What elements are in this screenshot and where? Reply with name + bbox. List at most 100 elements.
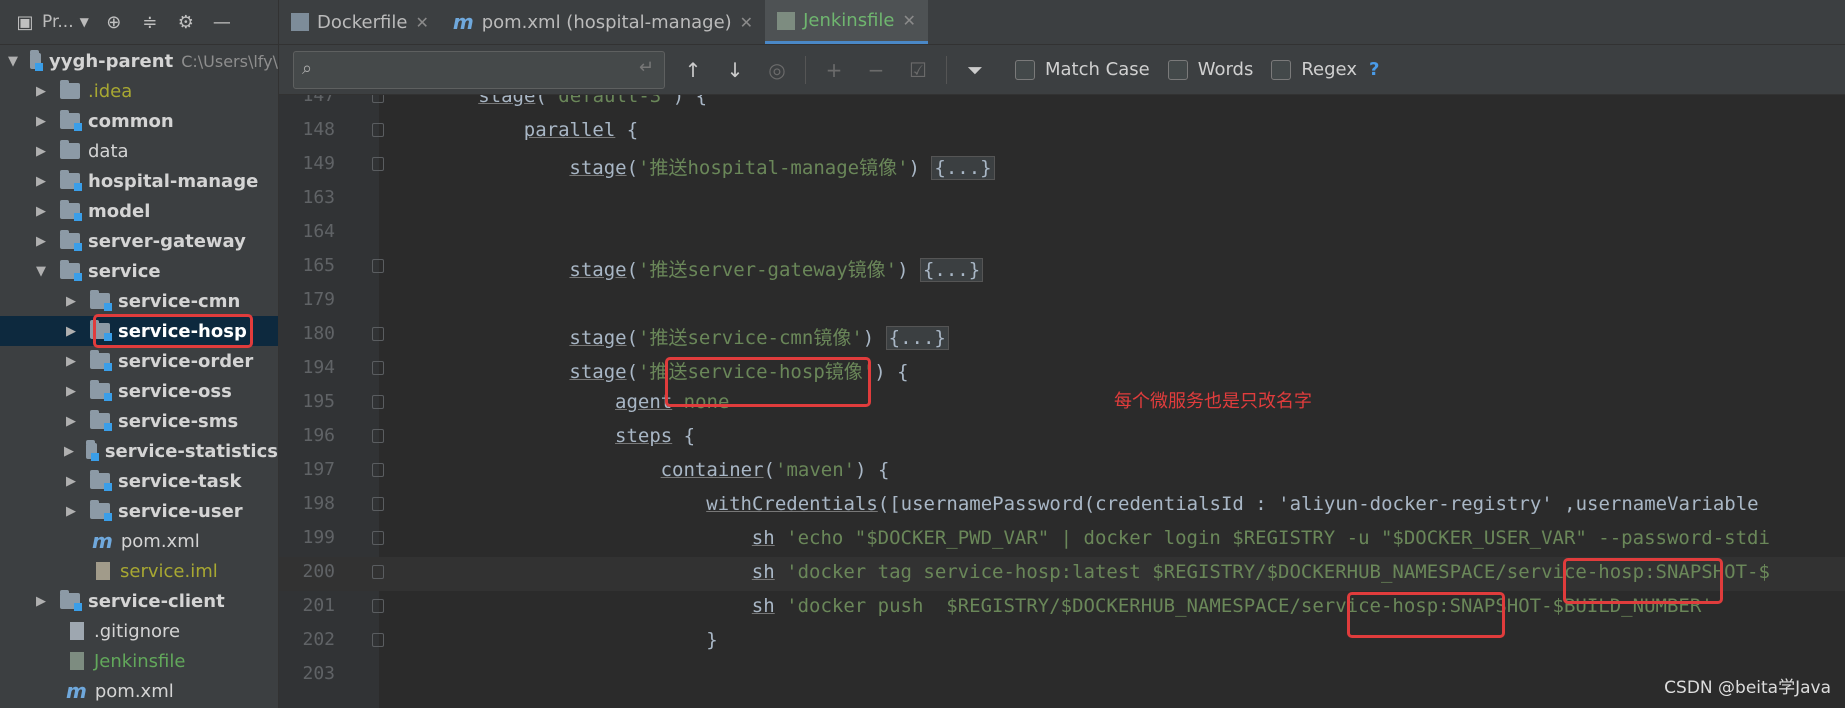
remove-selection-icon[interactable]: − bbox=[862, 56, 890, 84]
project-view-selector[interactable]: ▣ Pr... ▼ bbox=[14, 11, 88, 33]
code-line[interactable]: 197 container('maven') { bbox=[279, 455, 1845, 489]
close-icon[interactable]: ✕ bbox=[903, 11, 916, 30]
tree-node-yygh-parent[interactable]: ▼ yygh-parent C:\Users\lfy\ bbox=[0, 46, 278, 76]
collapse-arrow-icon[interactable]: ▶ bbox=[64, 354, 78, 369]
tree-node-service-order[interactable]: ▶ service-order bbox=[0, 346, 278, 376]
next-occurrence-icon[interactable]: ↓ bbox=[721, 56, 749, 84]
tree-node-idea[interactable]: ▶ .idea bbox=[0, 76, 278, 106]
fold-marker-icon[interactable] bbox=[372, 497, 384, 511]
checkbox-box[interactable] bbox=[1271, 59, 1292, 80]
fold-marker-icon[interactable] bbox=[372, 123, 384, 137]
collapse-arrow-icon[interactable]: ▶ bbox=[64, 474, 78, 489]
fold-marker-icon[interactable] bbox=[372, 157, 384, 171]
tree-node-server-gateway[interactable]: ▶ server-gateway bbox=[0, 226, 278, 256]
collapse-arrow-icon[interactable]: ▶ bbox=[64, 414, 78, 429]
tree-node-gitignore[interactable]: .gitignore bbox=[0, 616, 278, 646]
tree-node-jenkinsfile[interactable]: Jenkinsfile bbox=[0, 646, 278, 676]
search-icon[interactable]: ⌕ bbox=[302, 58, 312, 79]
collapse-arrow-icon[interactable]: ▶ bbox=[64, 504, 78, 519]
search-input[interactable] bbox=[328, 55, 622, 84]
words-checkbox[interactable]: Words bbox=[1167, 59, 1253, 80]
tree-node-root-pom[interactable]: m pom.xml bbox=[0, 676, 278, 706]
tree-node-service-cmn[interactable]: ▶ service-cmn bbox=[0, 286, 278, 316]
code-line[interactable]: 194 stage('推送service-hosp镜像') { bbox=[279, 353, 1845, 387]
tree-node-service-iml[interactable]: service.iml bbox=[0, 556, 278, 586]
fold-marker-icon[interactable] bbox=[372, 599, 384, 613]
tree-node-data[interactable]: ▶ data bbox=[0, 136, 278, 166]
code-line[interactable]: 195 agent none bbox=[279, 387, 1845, 421]
code-line[interactable]: 203 bbox=[279, 659, 1845, 693]
expand-arrow-icon[interactable]: ▼ bbox=[8, 54, 18, 69]
close-icon[interactable]: ✕ bbox=[740, 13, 753, 32]
new-line-icon[interactable]: ↵ bbox=[639, 57, 654, 78]
tree-node-service-oss[interactable]: ▶ service-oss bbox=[0, 376, 278, 406]
tree-node-label: service-user bbox=[118, 500, 243, 522]
tree-node-model[interactable]: ▶ model bbox=[0, 196, 278, 226]
collapse-arrow-icon[interactable]: ▶ bbox=[64, 444, 74, 459]
tree-node-service[interactable]: ▼ service bbox=[0, 256, 278, 286]
collapse-arrow-icon[interactable]: ▶ bbox=[34, 84, 48, 99]
find-all-icon[interactable]: ◎ bbox=[763, 56, 791, 84]
collapse-arrow-icon[interactable]: ▶ bbox=[34, 144, 48, 159]
previous-occurrence-icon[interactable]: ↑ bbox=[679, 56, 707, 84]
fold-marker-icon[interactable] bbox=[372, 565, 384, 579]
fold-marker-icon[interactable] bbox=[372, 531, 384, 545]
code-line[interactable]: 199 sh 'echo "$DOCKER_PWD_VAR" | docker l… bbox=[279, 523, 1845, 557]
search-field[interactable]: ⌕ ↵ bbox=[293, 50, 665, 89]
fold-marker-icon[interactable] bbox=[372, 327, 384, 341]
fold-marker-icon[interactable] bbox=[372, 361, 384, 375]
tab-jenkinsfile[interactable]: Jenkinsfile ✕ bbox=[765, 0, 928, 44]
fold-marker-icon[interactable] bbox=[372, 463, 384, 477]
collapse-arrow-icon[interactable]: ▶ bbox=[64, 324, 78, 339]
fold-marker-icon[interactable] bbox=[372, 95, 384, 103]
code-line[interactable]: 165 stage('推送server-gateway镜像') {...} bbox=[279, 251, 1845, 285]
collapse-arrow-icon[interactable]: ▶ bbox=[64, 294, 78, 309]
checkbox-box[interactable] bbox=[1167, 59, 1188, 80]
locate-icon[interactable]: ⊕ bbox=[103, 11, 125, 33]
fold-marker-icon[interactable] bbox=[372, 429, 384, 443]
tree-node-service-statistics[interactable]: ▶ service-statistics bbox=[0, 436, 278, 466]
code-editor[interactable]: 147 stage('default-3') {148 parallel {149 s… bbox=[279, 95, 1845, 708]
expand-arrow-icon[interactable]: ▼ bbox=[34, 264, 48, 279]
add-selection-icon[interactable]: + bbox=[820, 56, 848, 84]
code-line[interactable]: 149 stage('推送hospital-manage镜像') {...} bbox=[279, 149, 1845, 183]
filter-icon[interactable]: ⏷ bbox=[961, 56, 989, 84]
minimize-icon[interactable]: — bbox=[211, 11, 233, 33]
code-line[interactable]: 196 steps { bbox=[279, 421, 1845, 455]
code-line[interactable]: 163 bbox=[279, 183, 1845, 217]
code-line[interactable]: 147 stage('default-3') { bbox=[279, 95, 1845, 115]
collapse-arrow-icon[interactable]: ▶ bbox=[34, 114, 48, 129]
collapse-arrow-icon[interactable]: ▶ bbox=[64, 384, 78, 399]
code-line[interactable]: 198 withCredentials([usernamePassword(cre… bbox=[279, 489, 1845, 523]
collapse-arrow-icon[interactable]: ▶ bbox=[34, 594, 48, 609]
tree-node-common[interactable]: ▶ common bbox=[0, 106, 278, 136]
collapse-arrow-icon[interactable]: ▶ bbox=[34, 234, 48, 249]
code-line[interactable]: 180 stage('推送service-cmn镜像') {...} bbox=[279, 319, 1845, 353]
tree-node-service-sms[interactable]: ▶ service-sms bbox=[0, 406, 278, 436]
tree-node-service-pom[interactable]: m pom.xml bbox=[0, 526, 278, 556]
code-line[interactable]: 148 parallel { bbox=[279, 115, 1845, 149]
regex-checkbox[interactable]: Regex bbox=[1271, 59, 1357, 80]
tree-node-service-task[interactable]: ▶ service-task bbox=[0, 466, 278, 496]
tab-pom-hospital-manage[interactable]: m pom.xml (hospital-manage) ✕ bbox=[441, 0, 765, 44]
code-line[interactable]: 179 bbox=[279, 285, 1845, 319]
collapse-arrow-icon[interactable]: ▶ bbox=[34, 204, 48, 219]
match-case-checkbox[interactable]: Match Case bbox=[1015, 59, 1150, 80]
module-folder-icon bbox=[60, 110, 82, 131]
tree-node-hospital-manage[interactable]: ▶ hospital-manage bbox=[0, 166, 278, 196]
tab-dockerfile[interactable]: Dockerfile ✕ bbox=[279, 0, 441, 44]
code-line[interactable]: 202} bbox=[279, 625, 1845, 659]
fold-marker-icon[interactable] bbox=[372, 395, 384, 409]
tree-node-service-user[interactable]: ▶ service-user bbox=[0, 496, 278, 526]
fold-marker-icon[interactable] bbox=[372, 259, 384, 273]
fold-marker-icon[interactable] bbox=[372, 633, 384, 647]
code-line[interactable]: 164 bbox=[279, 217, 1845, 251]
regex-help-link[interactable]: ? bbox=[1369, 59, 1379, 80]
gear-icon[interactable]: ⚙ bbox=[175, 11, 197, 33]
collapse-arrow-icon[interactable]: ▶ bbox=[34, 174, 48, 189]
select-all-occurrences-icon[interactable]: ☑ bbox=[904, 56, 932, 84]
tree-node-service-client[interactable]: ▶ service-client bbox=[0, 586, 278, 616]
checkbox-box[interactable] bbox=[1015, 59, 1035, 80]
collapse-all-icon[interactable]: ≑ bbox=[139, 11, 161, 33]
close-icon[interactable]: ✕ bbox=[415, 13, 428, 32]
